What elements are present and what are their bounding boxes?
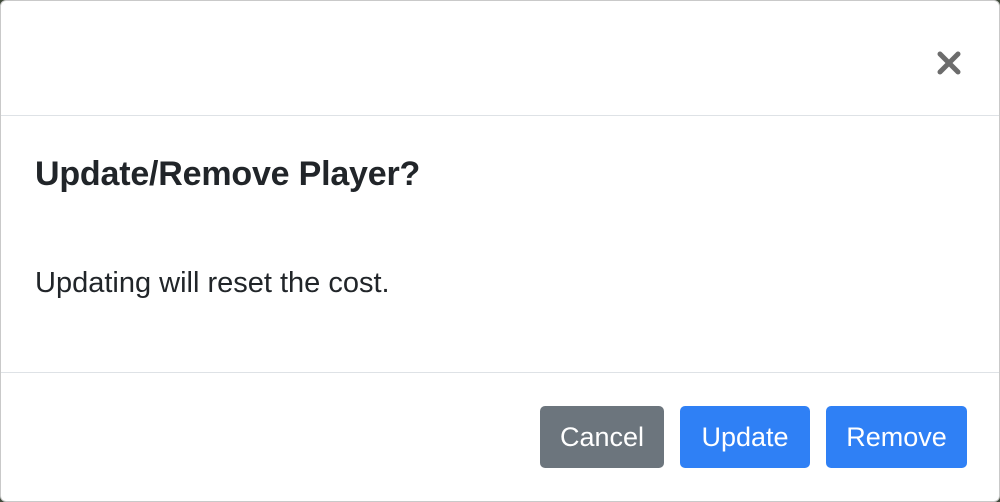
modal-title: Update/Remove Player? bbox=[35, 155, 421, 193]
modal-dialog: Update/Remove Player? Updating will rese… bbox=[0, 0, 1000, 502]
cancel-button[interactable]: Cancel bbox=[540, 406, 664, 468]
modal-body: Update/Remove Player? Updating will rese… bbox=[1, 116, 999, 373]
close-button[interactable] bbox=[933, 45, 965, 81]
modal-message: Updating will reset the cost. bbox=[35, 267, 390, 299]
remove-button[interactable]: Remove bbox=[826, 406, 967, 468]
modal-header bbox=[1, 1, 999, 116]
close-icon bbox=[937, 51, 961, 75]
update-button[interactable]: Update bbox=[680, 406, 810, 468]
modal-footer: Cancel Update Remove bbox=[1, 373, 999, 501]
